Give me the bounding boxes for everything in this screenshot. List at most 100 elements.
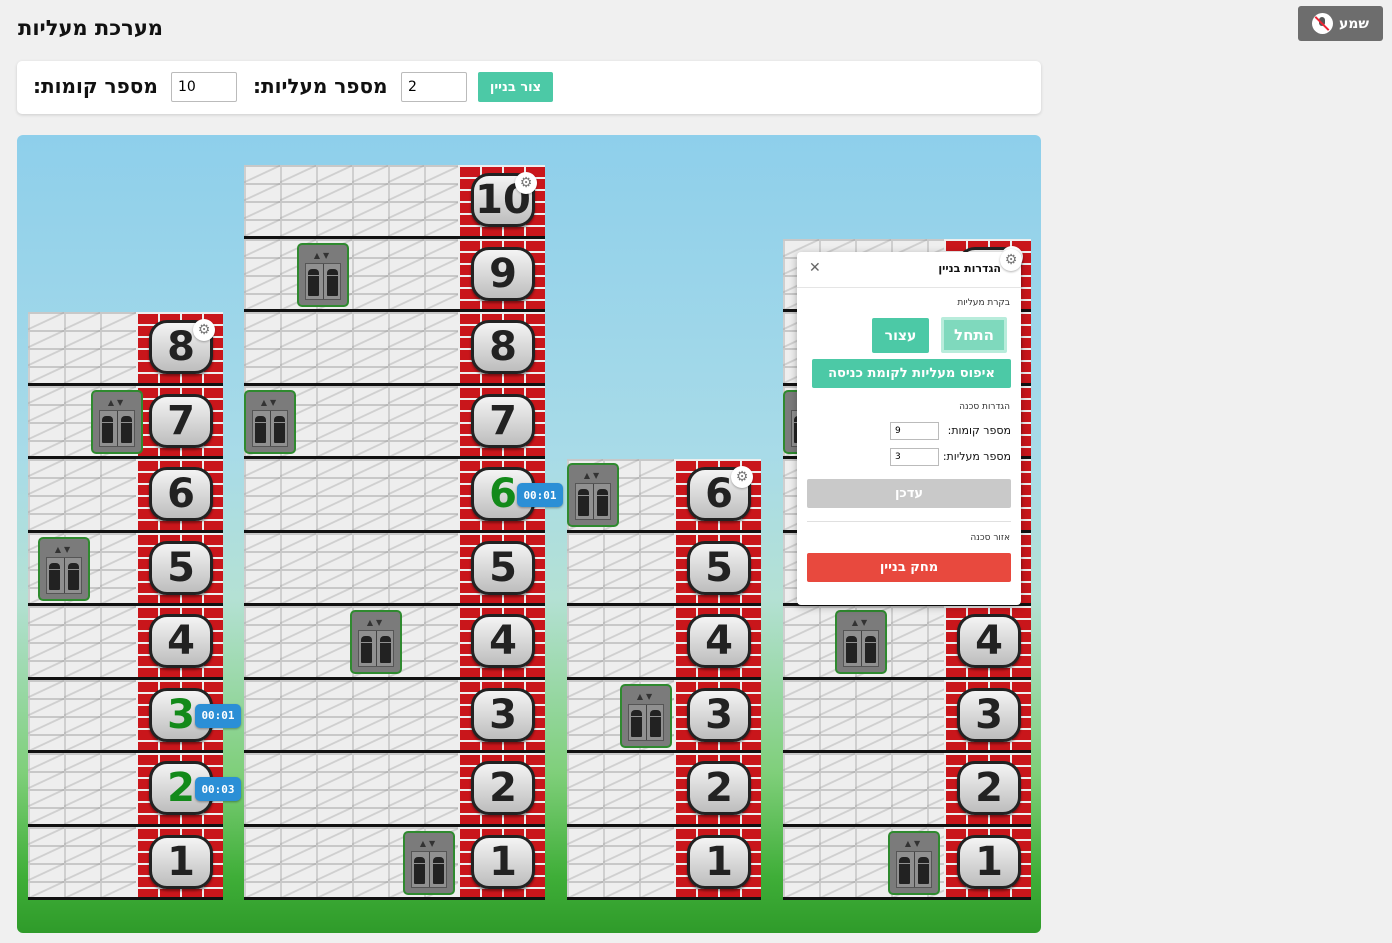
floor: 3	[783, 679, 1031, 753]
brick-wall: 1	[944, 826, 1031, 900]
floor-call-button[interactable]: 4	[149, 614, 213, 668]
panel-floors-input[interactable]	[890, 422, 939, 440]
elevator-icon[interactable]: ▲▼	[835, 610, 887, 674]
floor: 1	[567, 826, 761, 900]
floor-call-button[interactable]: 2	[957, 761, 1021, 815]
wall	[567, 606, 674, 680]
floor: 2	[244, 753, 545, 827]
elevator-icon[interactable]: ▲▼	[38, 536, 90, 601]
wall	[244, 238, 458, 312]
floor-call-button[interactable]: 6	[149, 467, 213, 521]
floor-call-button[interactable]: 4	[471, 614, 535, 668]
floor: 4	[28, 606, 223, 680]
floor: 8	[28, 312, 223, 386]
brick-wall: 4	[944, 606, 1031, 680]
floor-call-button[interactable]: 3	[687, 687, 751, 742]
brick-wall: 2	[458, 753, 545, 827]
floor-divider	[567, 897, 761, 900]
floor-call-button[interactable]: 7	[471, 393, 535, 448]
elevator-icon[interactable]: ▲▼	[244, 389, 296, 454]
wall	[244, 679, 458, 753]
floor-call-button[interactable]: 1	[149, 834, 213, 889]
building: 6 5 4 3 2 1 ⚙ ▲▼ ▲▼	[567, 459, 761, 900]
wall	[244, 532, 458, 606]
elevator-icon[interactable]: ▲▼	[888, 830, 940, 895]
floor: 6	[28, 459, 223, 533]
floor-call-button[interactable]: 5	[471, 540, 535, 595]
floor-call-button[interactable]: 3	[471, 687, 535, 742]
wall	[28, 312, 136, 386]
floor-call-button[interactable]: 4	[687, 614, 751, 668]
elevator-icon[interactable]: ▲▼	[297, 242, 349, 307]
brick-wall: 1	[674, 826, 761, 900]
brick-wall: 7	[136, 385, 223, 459]
brick-wall: 3	[944, 679, 1031, 753]
floor: 3 00:01	[28, 679, 241, 753]
wall	[28, 826, 136, 900]
floor-call-button[interactable]: 3	[957, 687, 1021, 742]
mute-label: שמע	[1338, 15, 1370, 32]
brick-wall: 6	[136, 459, 223, 533]
gear-icon[interactable]: ⚙	[731, 466, 753, 488]
brick-wall: 4	[136, 606, 223, 680]
floor-call-button[interactable]: 7	[149, 393, 213, 448]
floor-call-button[interactable]: 4	[957, 614, 1021, 668]
wall	[244, 753, 458, 827]
panel-elevators-input[interactable]	[890, 448, 939, 466]
floor-call-button[interactable]: 2	[471, 761, 535, 815]
floor-divider	[244, 897, 545, 900]
elevator-icon[interactable]: ▲▼	[567, 463, 619, 527]
floor: 2	[783, 753, 1031, 827]
floor-call-button[interactable]: 5	[687, 540, 751, 595]
wall	[28, 606, 136, 680]
floor-call-button[interactable]: 1	[687, 834, 751, 889]
settings-panel: הגדרות בניין ✕ בקרת מעליות התחל עצור איפ…	[797, 252, 1021, 605]
floors-input[interactable]	[171, 72, 237, 102]
wall	[783, 679, 944, 753]
update-button[interactable]: עדכן	[807, 479, 1011, 508]
floors-label: מספר קומות:	[33, 74, 158, 98]
wall	[567, 753, 674, 827]
floor-call-button[interactable]: 1	[957, 834, 1021, 889]
wall	[28, 459, 136, 533]
wall	[244, 312, 458, 386]
floor: 5	[244, 532, 545, 606]
build-button[interactable]: צור בניין	[478, 72, 553, 102]
brick-wall: 2	[944, 753, 1031, 827]
elevator-icon[interactable]: ▲▼	[91, 389, 143, 454]
reset-elevators-button[interactable]: איפוס מעליות לקומת כניסה	[812, 359, 1011, 388]
gear-icon[interactable]: ⚙	[1000, 249, 1022, 271]
floor: 9	[244, 238, 545, 312]
brick-wall: 3 00:01	[136, 679, 241, 753]
floor-call-button[interactable]: 2	[687, 761, 751, 815]
brick-wall: 7	[458, 385, 545, 459]
close-icon[interactable]: ✕	[809, 260, 821, 276]
mute-button[interactable]: שמע	[1298, 6, 1383, 41]
building: 8 7 6 5 4 3 00:01 2 00:03 1 ⚙ ▲▼ ▲▼	[28, 312, 241, 900]
floor-call-button[interactable]: 5	[149, 540, 213, 595]
gear-icon[interactable]: ⚙	[515, 172, 537, 194]
mic-off-icon	[1311, 13, 1333, 34]
floor-call-button[interactable]: 1	[471, 834, 535, 889]
stop-button[interactable]: עצור	[872, 318, 929, 353]
gear-icon[interactable]: ⚙	[193, 319, 215, 341]
brick-wall: 4	[458, 606, 545, 680]
floor: 5	[567, 532, 761, 606]
controls-bar: מספר קומות: מספר מעליות: צור בניין	[17, 61, 1041, 114]
floor: 2 00:03	[28, 753, 241, 827]
elevator-icon[interactable]: ▲▼	[350, 610, 402, 674]
elevator-icon[interactable]: ▲▼	[620, 683, 672, 748]
divider	[807, 521, 1011, 522]
floor: 2	[567, 753, 761, 827]
brick-wall: 4	[674, 606, 761, 680]
delete-building-button[interactable]: מחק בניין	[807, 553, 1011, 582]
elevators-input[interactable]	[401, 72, 467, 102]
scene-settings-label: הגדרות סכנה	[959, 402, 1010, 412]
floor-divider	[783, 897, 1031, 900]
start-button[interactable]: התחל	[941, 317, 1007, 353]
floor-call-button[interactable]: 9	[471, 246, 535, 301]
brick-wall: 1	[458, 826, 545, 900]
timer-badge: 00:01	[195, 703, 241, 728]
floor-call-button[interactable]: 8	[471, 320, 535, 374]
elevator-icon[interactable]: ▲▼	[403, 830, 455, 895]
